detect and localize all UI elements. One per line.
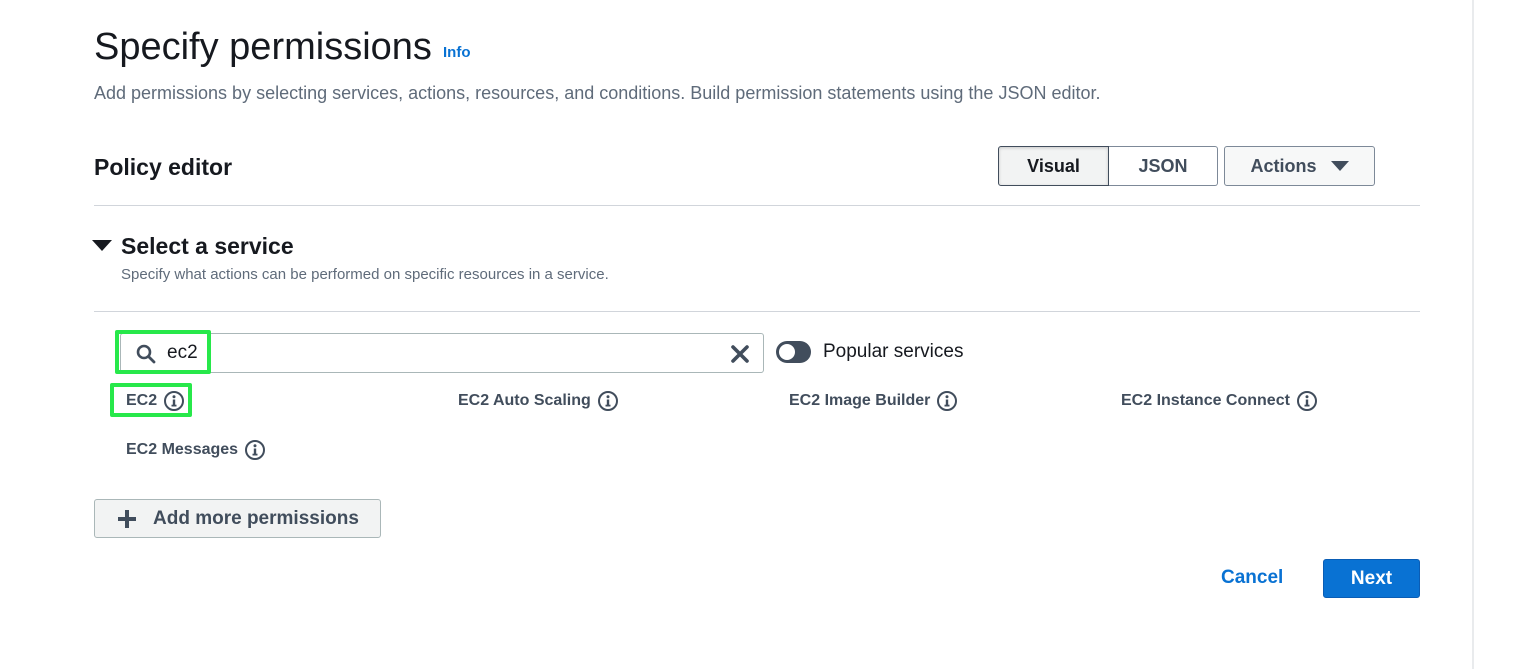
next-button[interactable]: Next	[1323, 559, 1420, 598]
service-option-ec2-image-builder[interactable]: EC2 Image Builder	[789, 390, 958, 412]
service-option-ec2[interactable]: EC2	[126, 390, 185, 412]
clear-search-icon[interactable]	[730, 344, 750, 364]
toggle-knob	[779, 344, 795, 360]
page-title: Specify permissions	[94, 26, 432, 68]
collapse-caret-icon[interactable]	[92, 240, 112, 251]
plus-icon	[118, 509, 136, 528]
service-option-label: EC2 Image Builder	[789, 392, 931, 409]
service-option-label: EC2 Auto Scaling	[458, 392, 591, 409]
visual-tab[interactable]: Visual	[998, 146, 1109, 186]
select-service-heading[interactable]: Select a service	[121, 232, 294, 260]
add-more-permissions-button[interactable]: Add more permissions	[94, 499, 381, 538]
add-more-permissions-label: Add more permissions	[153, 507, 359, 529]
actions-label: Actions	[1250, 155, 1317, 176]
page: Specify permissions Info Add permissions…	[0, 0, 1527, 669]
service-option-label: EC2 Messages	[126, 441, 239, 458]
page-description: Add permissions by selecting services, a…	[94, 83, 1101, 103]
info-icon[interactable]	[936, 390, 958, 412]
info-icon[interactable]	[244, 439, 266, 461]
editor-mode-toggle: Visual JSON	[998, 146, 1218, 186]
popular-services-toggle[interactable]	[776, 341, 811, 363]
service-option-ec2-messages[interactable]: EC2 Messages	[126, 439, 266, 461]
service-option-ec2-auto-scaling[interactable]: EC2 Auto Scaling	[458, 390, 619, 412]
select-service-description: Specify what actions can be performed on…	[121, 266, 609, 283]
info-icon[interactable]	[1296, 390, 1318, 412]
right-divider	[1472, 0, 1474, 669]
info-icon[interactable]	[597, 390, 619, 412]
divider	[94, 205, 1420, 206]
service-option-ec2-instance-connect[interactable]: EC2 Instance Connect	[1121, 390, 1318, 412]
actions-dropdown-button[interactable]: Actions	[1224, 146, 1375, 186]
policy-editor-title: Policy editor	[94, 154, 233, 180]
service-option-label: EC2	[126, 392, 158, 409]
service-search-box	[120, 333, 764, 373]
json-tab[interactable]: JSON	[1109, 146, 1218, 186]
info-link[interactable]: Info	[443, 44, 471, 61]
service-search-input[interactable]	[167, 340, 707, 366]
popular-services-label[interactable]: Popular services	[823, 341, 963, 363]
caret-down-icon	[1330, 161, 1349, 171]
search-icon	[136, 344, 156, 364]
info-icon[interactable]	[163, 390, 185, 412]
cancel-button[interactable]: Cancel	[1221, 567, 1283, 589]
service-option-label: EC2 Instance Connect	[1121, 392, 1290, 409]
divider	[94, 311, 1420, 312]
